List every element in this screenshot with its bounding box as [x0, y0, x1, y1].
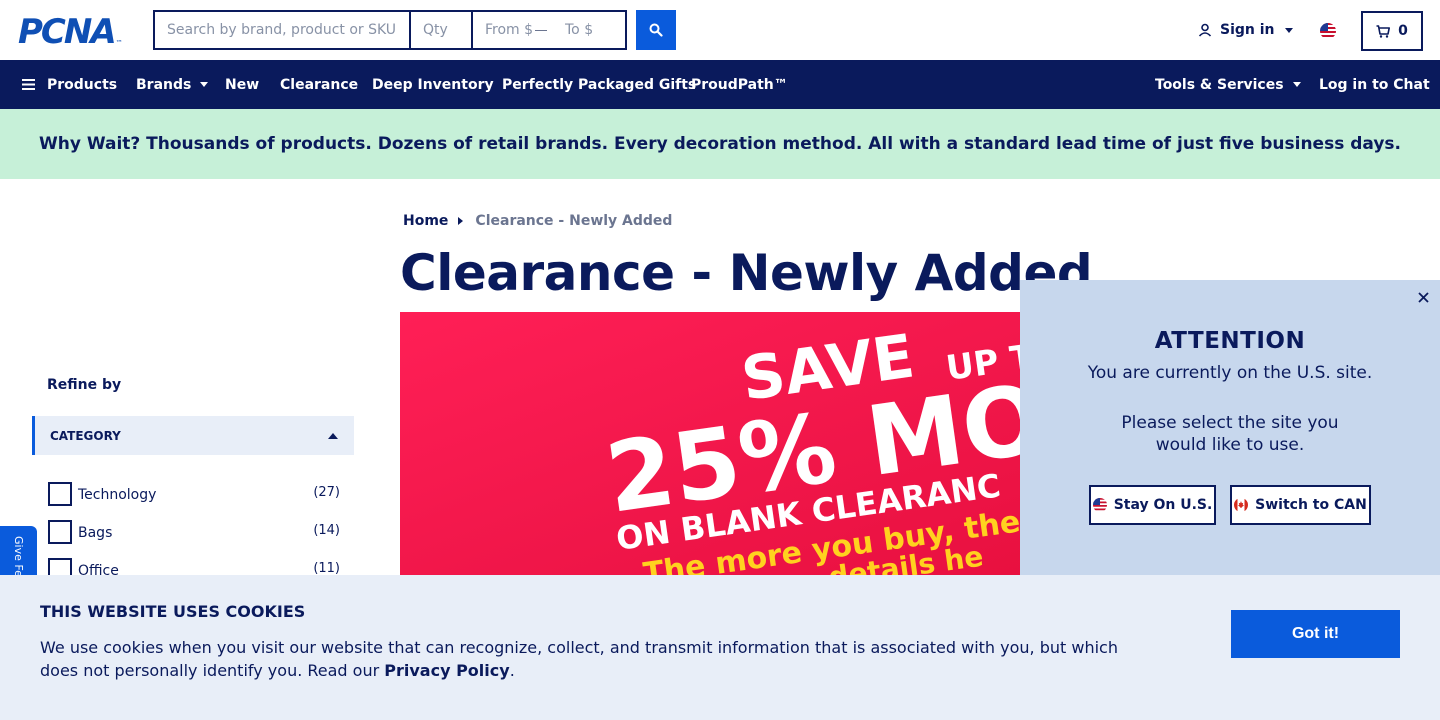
stay-on-us-label: Stay On U.S. — [1113, 497, 1213, 513]
promo-banner: Why Wait? Thousands of products. Dozens … — [0, 109, 1440, 179]
cookie-body-end: . — [509, 661, 515, 680]
us-flag-icon — [1320, 23, 1336, 39]
stay-on-us-button[interactable]: Stay On U.S. — [1089, 485, 1216, 525]
nav-brands-label: Brands — [136, 76, 192, 93]
filter-label: Technology — [78, 487, 157, 503]
refine-by-label: Refine by — [47, 377, 122, 393]
nav-products[interactable]: Products — [22, 60, 117, 109]
close-button[interactable] — [1414, 288, 1432, 306]
country-selector[interactable] — [1320, 23, 1336, 39]
price-from-input[interactable] — [473, 12, 535, 48]
search-icon — [649, 23, 663, 37]
breadcrumb-home[interactable]: Home — [403, 213, 448, 229]
breadcrumb-separator-icon — [458, 217, 464, 225]
category-filter-toggle[interactable]: CATEGORY — [32, 416, 354, 455]
filter-count: (14) — [313, 522, 340, 538]
category-label: CATEGORY — [50, 428, 121, 443]
nav-proudpath[interactable]: ProudPath™ — [691, 60, 788, 109]
chevron-down-icon — [200, 82, 209, 87]
nav-tools-services[interactable]: Tools & Services — [1155, 60, 1301, 109]
nav-products-label: Products — [47, 76, 118, 93]
cart-button[interactable]: 0 — [1361, 11, 1423, 51]
cookie-heading: THIS WEBSITE USES COOKIES — [40, 602, 306, 621]
user-icon — [1198, 23, 1212, 37]
cookie-body: We use cookies when you visit our websit… — [40, 636, 1130, 682]
nav-new[interactable]: New — [225, 60, 259, 109]
search-input[interactable] — [155, 12, 411, 48]
main-nav: Products Brands New Clearance Deep Inven… — [0, 60, 1440, 109]
search-bar — [153, 10, 627, 50]
chevron-up-icon — [328, 432, 338, 439]
chevron-down-icon — [1292, 82, 1301, 87]
breadcrumb: Home Clearance - Newly Added — [403, 213, 672, 229]
filter-count: (27) — [313, 484, 340, 500]
price-range-dash — [535, 29, 547, 31]
clearance-hero-banner[interactable]: SAVE UP T 25% MO ON BLANK CLEARANC The m… — [400, 312, 1040, 576]
modal-title: ATTENTION — [1154, 328, 1306, 354]
cookie-body-text: We use cookies when you visit our websit… — [40, 638, 1118, 680]
cart-icon — [1376, 24, 1391, 38]
sign-in-menu[interactable]: Sign in — [1198, 22, 1293, 38]
site-header: PCNA ™ Sign in — [0, 0, 1440, 60]
got-it-button[interactable]: Got it! — [1231, 610, 1400, 658]
pcna-logo[interactable]: PCNA ™ — [18, 15, 123, 49]
filter-technology[interactable]: Technology (27) — [48, 482, 340, 506]
canada-flag-icon — [1234, 498, 1249, 512]
breadcrumb-current: Clearance - Newly Added — [475, 213, 673, 229]
quantity-input[interactable] — [411, 12, 473, 48]
nav-tools-label: Tools & Services — [1155, 76, 1284, 93]
hero-graphic: SAVE UP T 25% MO ON BLANK CLEARANC The m… — [600, 321, 1040, 576]
page-title: Clearance - Newly Added — [400, 244, 1093, 302]
nav-chat-login[interactable]: Log in to Chat — [1319, 60, 1430, 109]
nav-brands[interactable]: Brands — [136, 60, 209, 109]
nav-gifts[interactable]: Perfectly Packaged Gifts — [502, 60, 696, 109]
sign-in-label: Sign in — [1220, 22, 1275, 38]
modal-current-site-text: You are currently on the U.S. site. — [1087, 363, 1373, 383]
switch-to-can-button[interactable]: Switch to CAN — [1230, 485, 1371, 525]
price-range — [473, 12, 625, 48]
cart-count: 0 — [1398, 23, 1408, 39]
nav-clearance[interactable]: Clearance — [280, 60, 358, 109]
price-to-input[interactable] — [553, 12, 623, 48]
us-flag-icon — [1092, 498, 1107, 512]
filter-count: (11) — [313, 560, 340, 576]
nav-deep-inventory[interactable]: Deep Inventory — [372, 60, 494, 109]
cookie-banner: THIS WEBSITE USES COOKIES We use cookies… — [0, 575, 1440, 720]
privacy-policy-link[interactable]: Privacy Policy — [384, 661, 509, 680]
filter-bags[interactable]: Bags (14) — [48, 520, 340, 544]
site-selection-modal: ATTENTION You are currently on the U.S. … — [1020, 280, 1440, 576]
promo-banner-text: Why Wait? Thousands of products. Dozens … — [38, 134, 1402, 154]
logo-text: PCNA — [18, 12, 117, 52]
hamburger-icon — [22, 79, 35, 90]
logo-trademark: ™ — [115, 39, 123, 47]
feedback-label: Give Fe — [12, 536, 25, 577]
modal-instruction-text: Please select the site you would like to… — [1121, 413, 1339, 455]
switch-to-can-label: Switch to CAN — [1255, 497, 1367, 513]
search-button[interactable] — [636, 10, 676, 50]
filter-label: Bags — [78, 525, 113, 541]
close-icon — [1417, 291, 1429, 303]
checkbox[interactable] — [48, 520, 72, 544]
checkbox[interactable] — [48, 482, 72, 506]
chevron-down-icon — [1284, 27, 1293, 33]
